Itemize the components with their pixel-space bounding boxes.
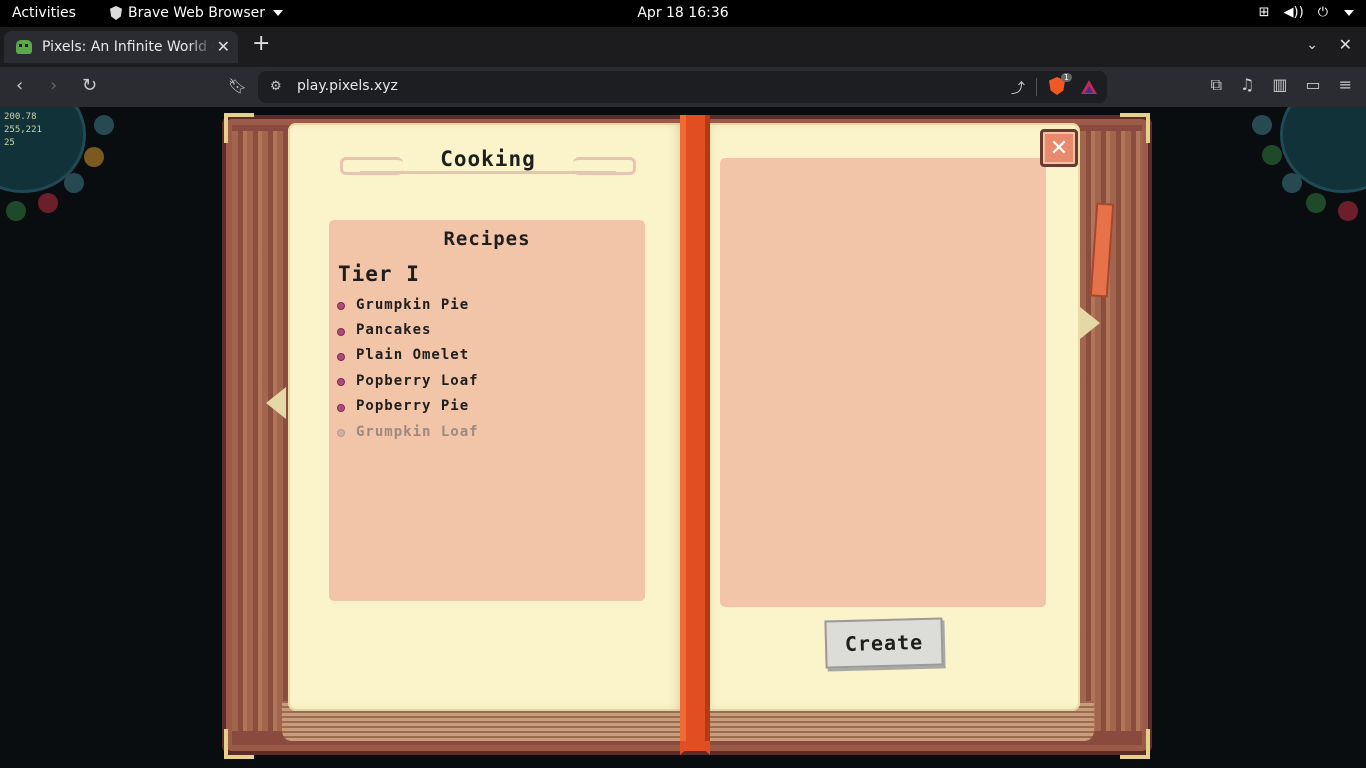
new-tab-button[interactable]: + [252,31,270,56]
title-banner: Cooking [340,147,636,177]
hud-button[interactable] [94,115,114,135]
hud-button[interactable] [6,201,26,221]
recipes-panel: Recipes Tier I Grumpkin Pie Pancakes Pla… [329,220,645,601]
extensions-icon[interactable]: ⧉ [1211,75,1222,95]
bullet-icon [337,352,345,361]
share-icon[interactable]: ⤴ [1011,78,1025,98]
wallet-icon[interactable]: ▭ [1305,75,1320,95]
corner-ornament [1120,113,1150,143]
bookmark-icon[interactable]: 🔖︎ [228,77,247,95]
recipe-item[interactable]: Grumpkin Pie [337,292,479,317]
chevron-down-icon [1344,9,1354,16]
tab-list-chevron-icon[interactable]: ⌄ [1306,37,1318,53]
next-page-arrow-icon[interactable] [1080,307,1100,339]
browser-toolbar: ‹ › ↻ 🔖︎ ⚙︎ play.pixels.xyz ⤴ 1 ⧉ ♫ ▥ ▭ … [0,67,1366,107]
sidebar-icon[interactable]: ▥ [1272,75,1287,95]
hud-stat-energy: 200.78 [4,112,37,122]
bookmark-ribbon [680,115,710,755]
recipe-list: Grumpkin Pie Pancakes Plain Omelet Popbe… [337,292,479,444]
chevron-down-icon [273,10,283,16]
corner-ornament [224,113,254,143]
recipe-item[interactable]: Pancakes [337,317,479,342]
url-text[interactable]: play.pixels.xyz [297,78,398,94]
recipe-item[interactable]: Popberry Loaf [337,368,479,393]
bullet-icon [337,327,345,336]
tier-heading: Tier I [338,262,420,286]
title-underline [360,171,616,174]
window-close-icon[interactable]: ✕ [1339,35,1352,54]
recipe-detail-panel [720,158,1046,607]
close-icon: ✕ [1049,135,1069,161]
browser-tab[interactable]: Pixels: An Infinite World o ✕ [4,31,238,63]
recipe-item-locked[interactable]: Grumpkin Loaf [337,419,479,444]
bullet-icon [337,378,345,387]
hud-stat-gems: 25 [4,138,15,148]
recipe-name: Grumpkin Loaf [356,423,479,440]
system-tray[interactable]: ⊞ ◀)) ⏻ [1259,5,1354,20]
tab-strip: Pixels: An Infinite World o ✕ + ⌄ ✕ [0,27,1366,67]
hud-button[interactable] [1338,201,1358,221]
tab-title: Pixels: An Infinite World o [42,39,214,55]
recipe-name: Popberry Loaf [356,372,479,389]
hud-button[interactable] [1282,173,1302,193]
brave-rewards-icon[interactable] [1081,80,1097,94]
book-cover-texture [232,131,294,731]
bullet-icon [337,429,345,438]
recipe-name: Grumpkin Pie [356,296,470,313]
os-top-bar: Activities Brave Web Browser Apr 18 16:3… [0,0,1366,27]
divider [1036,78,1037,96]
network-icon: ⊞ [1258,5,1270,20]
clock[interactable]: Apr 18 16:36 [637,5,728,21]
hud-button[interactable] [64,173,84,193]
pixels-favicon-icon [16,40,32,54]
game-viewport[interactable]: 200.78 255,221 25 Cooking Recipes Tier I… [0,107,1366,768]
create-button[interactable]: Create [824,617,944,669]
toolbar-actions: ⧉ ♫ ▥ ▭ ≡ [1211,75,1352,95]
cooking-book: Cooking Recipes Tier I Grumpkin Pie Panc… [222,111,1152,761]
hud-button[interactable] [1306,193,1326,213]
previous-page-arrow-icon[interactable] [266,387,286,419]
activities-button[interactable]: Activities [12,5,76,21]
close-book-button[interactable]: ✕ [1040,129,1078,167]
hud-button[interactable] [84,147,104,167]
app-menu[interactable]: Brave Web Browser [110,5,283,21]
hud-stats: 200.78 255,221 25 [4,111,42,150]
back-icon[interactable]: ‹ [16,75,23,96]
hud-button[interactable] [1252,115,1272,135]
bullet-icon [337,403,345,412]
address-bar[interactable]: ⚙︎ play.pixels.xyz ⤴ 1 [258,71,1107,103]
hud-stat-coins: 255,221 [4,125,42,135]
recipes-heading: Recipes [443,228,531,250]
app-menu-label: Brave Web Browser [128,5,265,21]
forward-icon[interactable]: › [50,75,57,96]
recipe-item[interactable]: Plain Omelet [337,343,479,368]
shields-count-badge: 1 [1060,73,1072,82]
media-icon[interactable]: ♫ [1240,75,1254,95]
corner-ornament [224,729,254,759]
volume-icon: ◀)) [1283,5,1304,20]
recipe-name: Popberry Pie [356,398,470,415]
menu-icon[interactable]: ≡ [1339,75,1352,95]
power-icon: ⏻ [1317,5,1328,20]
hud-button[interactable] [38,193,58,213]
recipe-name: Pancakes [356,322,432,339]
page-title: Cooking [440,147,536,171]
brave-lion-icon [110,6,122,20]
close-tab-icon[interactable]: ✕ [217,37,230,56]
reload-icon[interactable]: ↻ [82,75,97,96]
corner-ornament [1120,729,1150,759]
bullet-icon [337,302,345,311]
site-info-icon[interactable]: ⚙︎ [270,79,282,94]
recipe-name: Plain Omelet [356,347,470,364]
hud-button[interactable] [1262,145,1282,165]
recipe-item[interactable]: Popberry Pie [337,394,479,419]
